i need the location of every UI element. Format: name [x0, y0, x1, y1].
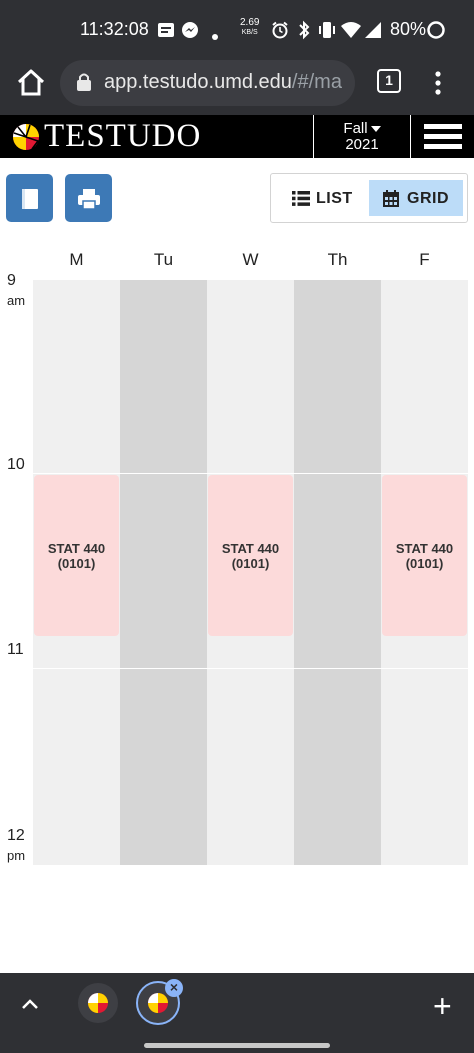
- event-text: STAT 440 (0101): [208, 541, 293, 571]
- more-notifications-dot-icon: [212, 34, 218, 40]
- print-icon: [78, 189, 100, 210]
- messenger-icon: [182, 22, 198, 38]
- testudo-favicon-icon: [148, 993, 168, 1013]
- more-options-icon[interactable]: [428, 66, 448, 100]
- time-label-12: 12: [7, 827, 25, 844]
- time-label-11: 11: [7, 641, 24, 658]
- network-speed-value: 2.69: [240, 17, 260, 28]
- wifi-icon: [341, 22, 361, 38]
- vibrate-icon: [319, 22, 335, 38]
- home-icon[interactable]: [14, 66, 48, 100]
- tab-thumbnail[interactable]: [78, 983, 118, 1023]
- time-label-10: 10: [7, 456, 25, 473]
- new-tab-icon[interactable]: +: [433, 990, 452, 1022]
- hamburger-bar: [424, 144, 462, 149]
- hour-divider: [33, 473, 468, 474]
- list-icon: [292, 191, 310, 206]
- alarm-icon: [272, 21, 288, 39]
- course-event-monday[interactable]: STAT 440 (0101): [34, 475, 119, 636]
- term-year: 2021: [345, 136, 379, 153]
- close-tab-icon[interactable]: ×: [165, 979, 183, 997]
- hour-divider: [33, 668, 468, 669]
- hamburger-bar: [424, 124, 462, 129]
- view-toggle: LIST GRID: [270, 173, 468, 223]
- event-text: STAT 440 (0101): [34, 541, 119, 571]
- gesture-nav-handle[interactable]: [144, 1043, 330, 1048]
- day-column-tuesday: [120, 280, 207, 865]
- event-section: (0101): [57, 556, 96, 571]
- print-button[interactable]: [65, 174, 112, 222]
- message-notification-icon: [158, 23, 174, 37]
- address-bar[interactable]: app.testudo.umd.edu/#/ma: [60, 60, 355, 106]
- site-header: TESTUDO Fall 2021: [0, 115, 474, 158]
- testudo-favicon-icon: [88, 993, 108, 1013]
- day-header-wednesday: W: [242, 250, 259, 269]
- term-season: Fall: [343, 120, 368, 137]
- battery-level: 80%: [390, 19, 427, 39]
- grid-view-label: GRID: [407, 190, 449, 207]
- time-period-am: am: [7, 293, 26, 308]
- grid-view-button[interactable]: GRID: [369, 180, 463, 216]
- caret-down-icon: [370, 126, 381, 133]
- url-path: /#/ma: [291, 71, 342, 93]
- status-time: 11:32:08: [80, 19, 149, 39]
- bottom-tab-strip: × +: [0, 973, 474, 1053]
- site-brand[interactable]: TESTUDO: [44, 118, 201, 155]
- list-view-label: LIST: [316, 190, 353, 207]
- day-header-tuesday: Tu: [153, 250, 174, 269]
- event-text: STAT 440 (0101): [382, 541, 467, 571]
- time-label-9: 9: [7, 272, 16, 289]
- day-header-thursday: Th: [327, 250, 348, 269]
- list-view-button[interactable]: LIST: [277, 180, 367, 216]
- course-event-wednesday[interactable]: STAT 440 (0101): [208, 475, 293, 636]
- url-text[interactable]: app.testudo.umd.edu/#/ma: [104, 71, 348, 94]
- calendar-icon: [383, 190, 399, 207]
- book-button[interactable]: [6, 174, 53, 222]
- cell-signal-icon: [365, 22, 381, 38]
- tab-switcher-button[interactable]: 1: [377, 69, 401, 93]
- term-season-row: Fall: [314, 121, 410, 137]
- event-course: STAT 440: [395, 541, 454, 556]
- book-icon: [22, 189, 38, 209]
- chevron-up-icon[interactable]: [20, 997, 40, 1011]
- event-section: (0101): [231, 556, 270, 571]
- term-selector[interactable]: Fall 2021: [313, 115, 411, 158]
- time-period-pm: pm: [7, 848, 26, 863]
- maryland-flag-logo-icon[interactable]: [12, 123, 40, 151]
- network-speed-unit: KB/S: [241, 29, 258, 36]
- hamburger-menu-icon[interactable]: [424, 124, 462, 150]
- bluetooth-icon: [299, 20, 310, 40]
- event-course: STAT 440: [47, 541, 106, 556]
- hamburger-bar: [424, 134, 462, 139]
- url-host: app.testudo.umd.edu: [104, 71, 292, 93]
- battery-saver-icon: [427, 21, 445, 39]
- network-speed: 2.69 KB/S: [240, 18, 259, 38]
- course-event-friday[interactable]: STAT 440 (0101): [382, 475, 467, 636]
- event-course: STAT 440: [221, 541, 280, 556]
- event-section: (0101): [405, 556, 444, 571]
- day-header-friday: F: [419, 250, 430, 269]
- lock-icon: [77, 73, 91, 91]
- status-bar: 11:32:08 2.69 KB/S 80%: [0, 0, 474, 60]
- day-header-monday: M: [69, 250, 84, 269]
- browser-toolbar: app.testudo.umd.edu/#/ma 1: [0, 60, 474, 115]
- day-column-thursday: [294, 280, 381, 865]
